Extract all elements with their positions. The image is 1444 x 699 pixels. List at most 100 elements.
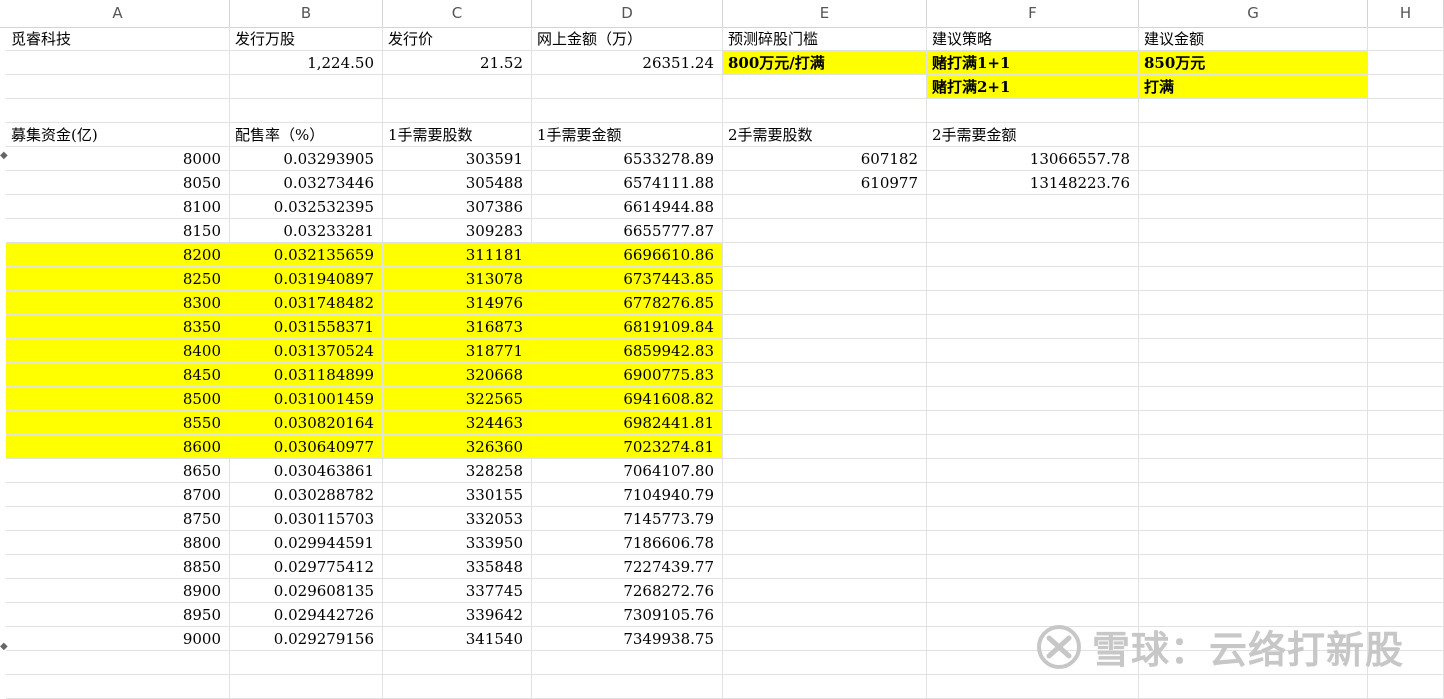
cell-g8[interactable] xyxy=(1139,195,1368,219)
cell-g9[interactable] xyxy=(1139,219,1368,243)
cell-c13[interactable]: 316873 xyxy=(383,315,532,339)
cell-f17[interactable] xyxy=(927,411,1139,435)
cell-e19[interactable] xyxy=(723,459,927,483)
cell-d22[interactable]: 7186606.78 xyxy=(532,531,723,555)
cell-d16[interactable]: 6941608.82 xyxy=(532,387,723,411)
cell-g24[interactable] xyxy=(1139,579,1368,603)
cell-b11[interactable]: 0.031940897 xyxy=(230,267,383,291)
cell-b9[interactable]: 0.03233281 xyxy=(230,219,383,243)
cell-g13[interactable] xyxy=(1139,315,1368,339)
cell-e6[interactable]: 607182 xyxy=(723,147,927,171)
cell-a28[interactable] xyxy=(6,675,230,699)
cell-e14[interactable] xyxy=(723,339,927,363)
cell-a25[interactable]: 8950 xyxy=(6,603,230,627)
cell-a19[interactable]: 8650 xyxy=(6,459,230,483)
cell-f13[interactable] xyxy=(927,315,1139,339)
cell-g2[interactable]: 850万元 xyxy=(1139,51,1368,75)
cell-a11[interactable]: 8250 xyxy=(6,267,230,291)
cell-c8[interactable]: 307386 xyxy=(383,195,532,219)
cell-e20[interactable] xyxy=(723,483,927,507)
group-marker-icon[interactable]: ◆ xyxy=(0,150,8,161)
cell-h23[interactable] xyxy=(1368,555,1444,579)
cell-e11[interactable] xyxy=(723,267,927,291)
cell-b1[interactable]: 发行万股 xyxy=(230,27,383,51)
cell-f14[interactable] xyxy=(927,339,1139,363)
cell-c22[interactable]: 333950 xyxy=(383,531,532,555)
cell-c4[interactable] xyxy=(383,99,532,123)
column-header-f[interactable]: F xyxy=(927,0,1139,27)
cell-h15[interactable] xyxy=(1368,363,1444,387)
cell-e16[interactable] xyxy=(723,387,927,411)
cell-f20[interactable] xyxy=(927,483,1139,507)
cell-f7[interactable]: 13148223.76 xyxy=(927,171,1139,195)
cell-h8[interactable] xyxy=(1368,195,1444,219)
cell-f3[interactable]: 赌打满2+1 xyxy=(927,75,1139,99)
cell-a23[interactable]: 8850 xyxy=(6,555,230,579)
cell-c21[interactable]: 332053 xyxy=(383,507,532,531)
cell-b27[interactable] xyxy=(230,651,383,675)
cell-e22[interactable] xyxy=(723,531,927,555)
cell-a6[interactable]: 8000 xyxy=(6,147,230,171)
cell-d5[interactable]: 1手需要金额 xyxy=(532,123,723,147)
cell-d9[interactable]: 6655777.87 xyxy=(532,219,723,243)
cell-f23[interactable] xyxy=(927,555,1139,579)
cell-e12[interactable] xyxy=(723,291,927,315)
cell-f22[interactable] xyxy=(927,531,1139,555)
cell-a3[interactable] xyxy=(6,75,230,99)
cell-e27[interactable] xyxy=(723,651,927,675)
cell-e2[interactable]: 800万元/打满 xyxy=(723,51,927,75)
cell-h11[interactable] xyxy=(1368,267,1444,291)
cell-d14[interactable]: 6859942.83 xyxy=(532,339,723,363)
cell-d24[interactable]: 7268272.76 xyxy=(532,579,723,603)
cell-f12[interactable] xyxy=(927,291,1139,315)
cell-g17[interactable] xyxy=(1139,411,1368,435)
cell-a8[interactable]: 8100 xyxy=(6,195,230,219)
cell-d12[interactable]: 6778276.85 xyxy=(532,291,723,315)
cell-f6[interactable]: 13066557.78 xyxy=(927,147,1139,171)
cell-b21[interactable]: 0.030115703 xyxy=(230,507,383,531)
cell-c14[interactable]: 318771 xyxy=(383,339,532,363)
cell-b7[interactable]: 0.03273446 xyxy=(230,171,383,195)
cell-c6[interactable]: 303591 xyxy=(383,147,532,171)
cell-c27[interactable] xyxy=(383,651,532,675)
cell-b26[interactable]: 0.029279156 xyxy=(230,627,383,651)
cell-b4[interactable] xyxy=(230,99,383,123)
cell-b6[interactable]: 0.03293905 xyxy=(230,147,383,171)
cell-h6[interactable] xyxy=(1368,147,1444,171)
cell-e9[interactable] xyxy=(723,219,927,243)
cell-c9[interactable]: 309283 xyxy=(383,219,532,243)
cell-f10[interactable] xyxy=(927,243,1139,267)
cell-b16[interactable]: 0.031001459 xyxy=(230,387,383,411)
cell-g7[interactable] xyxy=(1139,171,1368,195)
cell-h16[interactable] xyxy=(1368,387,1444,411)
cell-f8[interactable] xyxy=(927,195,1139,219)
cell-b18[interactable]: 0.030640977 xyxy=(230,435,383,459)
cell-c28[interactable] xyxy=(383,675,532,699)
column-header-e[interactable]: E xyxy=(723,0,927,27)
cell-e4[interactable] xyxy=(723,99,927,123)
column-header-d[interactable]: D xyxy=(532,0,723,27)
cell-g14[interactable] xyxy=(1139,339,1368,363)
cell-a27[interactable] xyxy=(6,651,230,675)
cell-h13[interactable] xyxy=(1368,315,1444,339)
cell-e23[interactable] xyxy=(723,555,927,579)
cell-b17[interactable]: 0.030820164 xyxy=(230,411,383,435)
cell-b15[interactable]: 0.031184899 xyxy=(230,363,383,387)
cell-b28[interactable] xyxy=(230,675,383,699)
cell-e17[interactable] xyxy=(723,411,927,435)
cell-e13[interactable] xyxy=(723,315,927,339)
cell-e5[interactable]: 2手需要股数 xyxy=(723,123,927,147)
cell-a12[interactable]: 8300 xyxy=(6,291,230,315)
group-marker-icon[interactable]: ◆ xyxy=(0,641,8,652)
cell-c25[interactable]: 339642 xyxy=(383,603,532,627)
cell-b2[interactable]: 1,224.50 xyxy=(230,51,383,75)
cell-d10[interactable]: 6696610.86 xyxy=(532,243,723,267)
cell-g12[interactable] xyxy=(1139,291,1368,315)
cell-c17[interactable]: 324463 xyxy=(383,411,532,435)
cell-d8[interactable]: 6614944.88 xyxy=(532,195,723,219)
cell-g18[interactable] xyxy=(1139,435,1368,459)
cell-d20[interactable]: 7104940.79 xyxy=(532,483,723,507)
cell-b14[interactable]: 0.031370524 xyxy=(230,339,383,363)
cell-f16[interactable] xyxy=(927,387,1139,411)
cell-f11[interactable] xyxy=(927,267,1139,291)
